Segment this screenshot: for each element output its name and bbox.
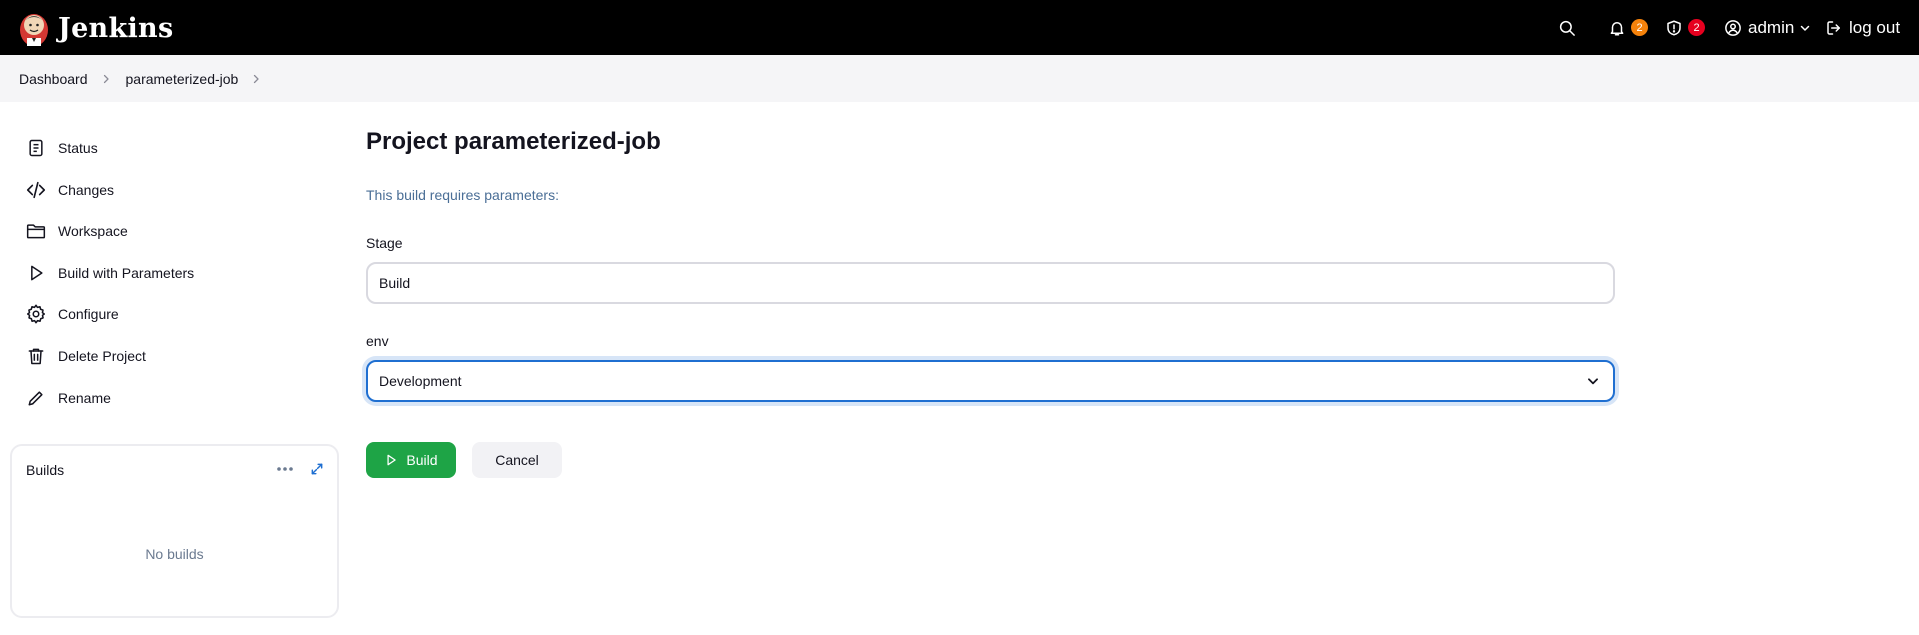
play-icon	[387, 454, 397, 466]
jenkins-home-link[interactable]: Jenkins	[18, 8, 173, 48]
expand-icon[interactable]	[306, 458, 328, 480]
chevron-right-icon[interactable]	[250, 73, 262, 85]
sidebar-item-delete-project[interactable]: Delete Project	[24, 341, 146, 371]
sidebar-item-build-with-parameters[interactable]: Build with Parameters	[24, 258, 194, 288]
env-select-value: Development	[379, 373, 462, 389]
logout-icon	[1827, 20, 1840, 35]
stage-input[interactable]	[366, 262, 1615, 304]
chevron-right-icon[interactable]	[100, 73, 112, 85]
user-circle-icon	[1725, 19, 1741, 36]
folder-icon	[24, 219, 48, 243]
page-title: Project parameterized-job	[366, 128, 661, 155]
play-icon	[24, 261, 48, 285]
top-header: Jenkins 2 2 admin log out	[0, 0, 1919, 55]
breadcrumb-job[interactable]: parameterized-job	[126, 71, 239, 87]
param-label-stage: Stage	[366, 235, 403, 251]
breadcrumb: Dashboard parameterized-job	[0, 55, 1919, 102]
cancel-button[interactable]: Cancel	[472, 442, 562, 478]
sidebar-item-status[interactable]: Status	[24, 133, 98, 163]
chevron-down-icon	[1801, 25, 1810, 31]
sidebar-item-label: Delete Project	[58, 348, 146, 364]
security-badge: 2	[1688, 19, 1705, 36]
bell-icon	[1610, 21, 1624, 35]
pencil-icon	[24, 386, 48, 410]
no-builds-message: No builds	[145, 546, 204, 562]
breadcrumb-dashboard[interactable]: Dashboard	[19, 71, 88, 87]
sidebar-item-label: Workspace	[58, 223, 128, 239]
username: admin	[1748, 17, 1795, 37]
sidebar-item-changes[interactable]: Changes	[24, 175, 114, 205]
sidebar-item-workspace[interactable]: Workspace	[24, 216, 128, 246]
jenkins-logo-icon	[20, 14, 48, 46]
search-icon	[1559, 20, 1575, 36]
trash-icon	[24, 344, 48, 368]
sidebar-item-configure[interactable]: Configure	[24, 299, 119, 329]
notifications-badge: 2	[1631, 19, 1648, 36]
notepad-icon	[24, 136, 48, 160]
shield-alert-icon	[1667, 20, 1681, 35]
sidebar-item-label: Configure	[58, 306, 119, 322]
logout-link[interactable]: log out	[1825, 0, 1900, 55]
sidebar-item-label: Rename	[58, 390, 111, 406]
jenkins-wordmark: Jenkins	[58, 12, 174, 44]
builds-title: Builds	[26, 462, 65, 478]
chevron-down-icon	[1584, 372, 1602, 390]
env-select[interactable]: Development	[366, 360, 1615, 402]
sidebar-item-rename[interactable]: Rename	[24, 383, 111, 413]
sidebar-item-label: Build with Parameters	[58, 265, 195, 281]
build-button-label: Build	[406, 452, 438, 468]
user-menu[interactable]: admin	[1724, 0, 1811, 55]
code-icon	[24, 178, 48, 202]
build-button[interactable]: Build	[366, 442, 456, 478]
param-label-env: env	[366, 333, 389, 349]
logout-label: log out	[1849, 17, 1901, 37]
security-button[interactable]: 2	[1665, 0, 1705, 55]
parameters-notice: This build requires parameters:	[366, 187, 559, 203]
builds-panel: Builds No builds	[10, 444, 339, 618]
sidebar-item-label: Changes	[58, 182, 115, 198]
sidebar-item-label: Status	[58, 140, 98, 156]
gear-icon	[24, 302, 48, 326]
notifications-button[interactable]: 2	[1608, 0, 1648, 55]
more-options-icon[interactable]	[274, 458, 296, 480]
cancel-button-label: Cancel	[495, 452, 539, 468]
search-button[interactable]	[1558, 0, 1576, 55]
